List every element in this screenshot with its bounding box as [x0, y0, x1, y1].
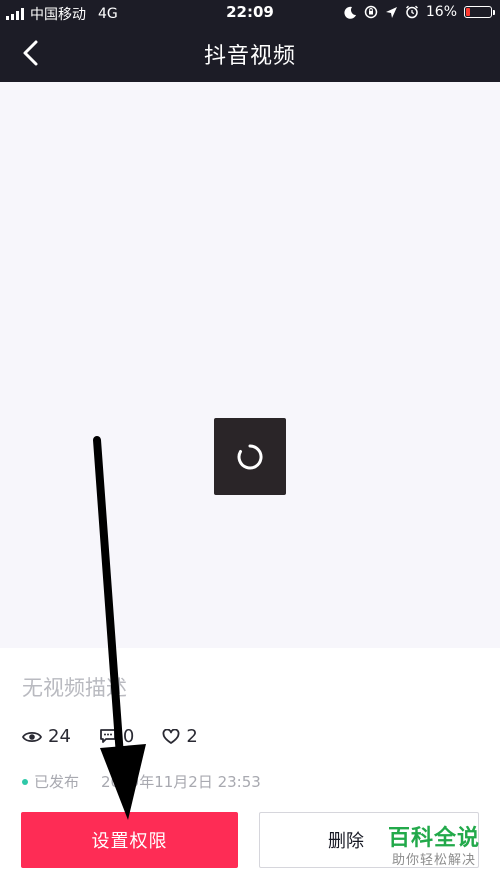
video-player[interactable] [0, 82, 500, 648]
comment-icon [100, 729, 116, 743]
battery-icon [464, 6, 495, 18]
alarm-icon [405, 5, 418, 19]
top-bar: 中国移动 4G 22:09 16% 抖音视频 [0, 0, 500, 82]
battery-percent: 16% [425, 4, 457, 20]
likes-stat: 2 [162, 726, 198, 747]
publish-status-row: 已发布 2019年11月2日 23:53 [22, 771, 261, 792]
rotation-lock-icon [364, 5, 378, 19]
status-right: 16% [344, 4, 495, 20]
comments-stat: 0 [99, 726, 134, 747]
watermark: 百科全说 助你轻松解决 [372, 826, 496, 870]
location-icon [385, 6, 397, 18]
status-label: 已发布 [34, 773, 80, 791]
set-permission-button[interactable]: 设置权限 [21, 812, 238, 868]
views-stat: 24 [22, 726, 71, 747]
battery-fill [466, 8, 470, 16]
comments-count: 0 [122, 726, 135, 747]
loading-indicator [214, 418, 286, 495]
moon-icon [344, 6, 356, 19]
status-dot [22, 778, 28, 785]
stats-row: 24 0 2 [22, 726, 226, 747]
video-description: 无视频描述 [22, 676, 127, 700]
eye-icon [22, 731, 42, 742]
views-count: 24 [48, 726, 71, 747]
likes-count: 2 [186, 726, 198, 747]
publish-date: 2019年11月2日 23:53 [101, 773, 261, 791]
watermark-subtitle: 助你轻松解决 [391, 853, 476, 868]
watermark-title: 百科全说 [387, 826, 480, 851]
page-title: 抖音视频 [203, 44, 296, 69]
heart-icon [162, 728, 180, 744]
navbar: 抖音视频 [0, 26, 500, 82]
loading-spinner-icon [237, 444, 263, 469]
status-bar: 中国移动 4G 22:09 16% [0, 0, 500, 26]
